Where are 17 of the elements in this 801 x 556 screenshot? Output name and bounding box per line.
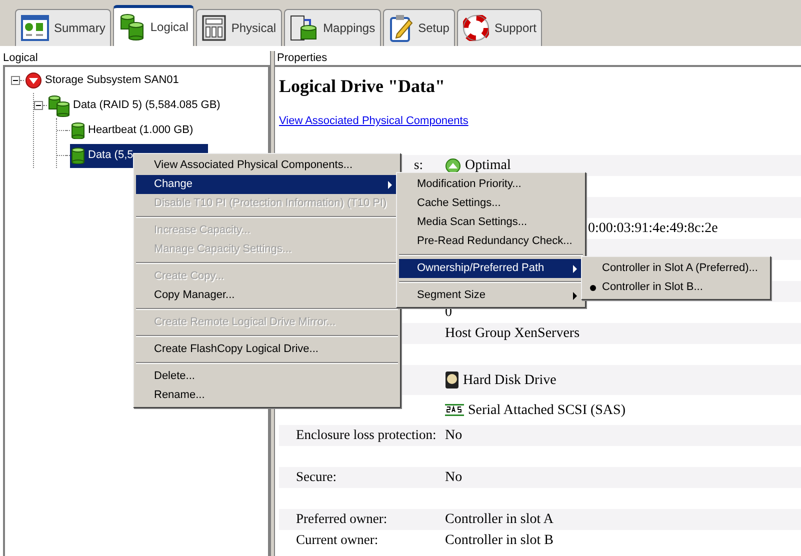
property-value: Hard Disk Drive xyxy=(463,372,556,390)
property-value: Host Group XenServers xyxy=(445,325,580,343)
panel-title: Properties xyxy=(276,51,328,65)
property-value: No xyxy=(445,427,462,445)
property-label: Preferred owner: xyxy=(296,511,388,526)
property-label: Current owner: xyxy=(296,532,378,548)
property-label: s: xyxy=(414,157,424,172)
panel-title: Logical xyxy=(3,51,39,65)
property-value: Controller in slot A xyxy=(445,511,554,529)
property-value: Controller in slot B xyxy=(445,532,554,550)
page-heading: Logical Drive "Data" xyxy=(279,75,446,97)
property-label: Secure: xyxy=(296,469,336,484)
property-value: No xyxy=(445,469,462,487)
property-value: 0:00:03:91:4e:49:8c:2e xyxy=(588,220,718,238)
property-value: Optimal xyxy=(465,157,511,175)
property-value: Serial Attached SCSI (SAS) xyxy=(468,402,626,420)
property-label: Enclosure loss protection: xyxy=(296,427,436,442)
